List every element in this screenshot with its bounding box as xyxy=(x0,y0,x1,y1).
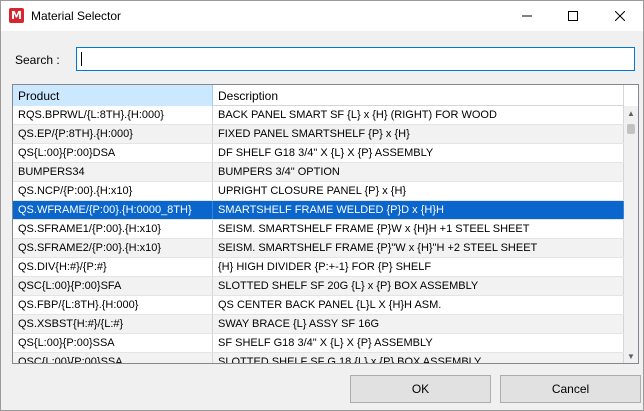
cell-description: SEISM. SMARTSHELF FRAME {P}W x {H}H +1 S… xyxy=(213,220,624,238)
cell-description: SLOTTED SHELF SF G 18 {L} x {P} BOX ASSE… xyxy=(213,353,624,363)
cell-description: QS CENTER BACK PANEL {L}L X {H}H ASM. xyxy=(213,296,624,314)
cell-product: QS.DIV{H:#}/{P:#} xyxy=(13,258,213,276)
maximize-button[interactable] xyxy=(550,1,596,31)
cell-product: QS{L:00}{P:00}DSA xyxy=(13,144,213,162)
scroll-thumb[interactable] xyxy=(627,124,635,134)
grid-header: Product Description xyxy=(13,85,624,106)
column-header-product[interactable]: Product xyxy=(13,85,213,106)
cell-product: QS.EP/{P:8TH}.{H:000} xyxy=(13,125,213,143)
cell-product: RQS.BPRWL/{L:8TH}.{H:000} xyxy=(13,106,213,124)
ok-button[interactable]: OK xyxy=(350,375,491,403)
table-row[interactable]: BUMPERS34 BUMPERS 3/4" OPTION xyxy=(13,163,624,182)
cell-product: QS.SFRAME1/{P:00}.{H:x10} xyxy=(13,220,213,238)
window-title: Material Selector xyxy=(31,9,122,23)
table-row[interactable]: QS.NCP/{P:00}.{H:x10} UPRIGHT CLOSURE PAN… xyxy=(13,182,624,201)
cell-description: BUMPERS 3/4" OPTION xyxy=(213,163,624,181)
vertical-scrollbar[interactable]: ▲ ▼ xyxy=(624,106,638,363)
title-bar[interactable]: M Material Selector xyxy=(1,1,643,31)
cell-description: SEISM. SMARTSHELF FRAME {P}"W x {H}"H +2… xyxy=(213,239,624,257)
table-row[interactable]: QS.XSBST{H:#}/{L:#} SWAY BRACE {L} ASSY S… xyxy=(13,315,624,334)
cell-description: UPRIGHT CLOSURE PANEL {P} x {H} xyxy=(213,182,624,200)
cell-description: SWAY BRACE {L} ASSY SF 16G xyxy=(213,315,624,333)
text-caret xyxy=(81,52,82,66)
cell-description: {H} HIGH DIVIDER {P:+-1} FOR {P} SHELF xyxy=(213,258,624,276)
cell-product: QS.XSBST{H:#}/{L:#} xyxy=(13,315,213,333)
table-row[interactable]: QS.WFRAME/{P:00}.{H:0000_8TH} SMARTSHELF … xyxy=(13,201,624,220)
table-row[interactable]: RQS.BPRWL/{L:8TH}.{H:000} BACK PANEL SMAR… xyxy=(13,106,624,125)
cell-description: BACK PANEL SMART SF {L} x {H} (RIGHT) FO… xyxy=(213,106,624,124)
minimize-button[interactable] xyxy=(504,1,550,31)
table-row[interactable]: QS.SFRAME2/{P:00}.{H:x10} SEISM. SMARTSHE… xyxy=(13,239,624,258)
table-row[interactable]: QSC{L:00}{P:00}SFA SLOTTED SHELF SF 20G {… xyxy=(13,277,624,296)
material-selector-window: M Material Selector Search : Product Des… xyxy=(0,0,644,411)
close-button[interactable] xyxy=(597,1,643,31)
column-header-description[interactable]: Description xyxy=(213,85,624,106)
cell-product: QS.WFRAME/{P:00}.{H:0000_8TH} xyxy=(13,201,213,219)
table-row[interactable]: QS{L:00}{P:00}SSA SF SHELF G18 3/4" X {L}… xyxy=(13,334,624,353)
table-row[interactable]: QS.DIV{H:#}/{P:#} {H} HIGH DIVIDER {P:+-1… xyxy=(13,258,624,277)
table-row[interactable]: QS.SFRAME1/{P:00}.{H:x10} SEISM. SMARTSHE… xyxy=(13,220,624,239)
app-logo-icon: M xyxy=(9,8,24,23)
close-icon xyxy=(615,11,625,21)
scroll-down-arrow-icon[interactable]: ▼ xyxy=(624,349,638,363)
cell-description: FIXED PANEL SMARTSHELF {P} x {H} xyxy=(213,125,624,143)
search-input[interactable] xyxy=(76,47,635,71)
cell-product: QS.FBP/{L:8TH}.{H:000} xyxy=(13,296,213,314)
cell-description: SMARTSHELF FRAME WELDED {P}D x {H}H xyxy=(213,201,624,219)
table-row[interactable]: QS.EP/{P:8TH}.{H:000} FIXED PANEL SMARTSH… xyxy=(13,125,624,144)
cell-product: QS{L:00}{P:00}SSA xyxy=(13,334,213,352)
table-row[interactable]: QS{L:00}{P:00}DSA DF SHELF G18 3/4" X {L}… xyxy=(13,144,624,163)
scroll-up-arrow-icon[interactable]: ▲ xyxy=(624,106,638,120)
cell-description: DF SHELF G18 3/4" X {L} X {P} ASSEMBLY xyxy=(213,144,624,162)
cell-product: QS.NCP/{P:00}.{H:x10} xyxy=(13,182,213,200)
cancel-button[interactable]: Cancel xyxy=(500,375,641,403)
minimize-icon xyxy=(522,15,532,17)
cell-description: SLOTTED SHELF SF 20G {L} x {P} BOX ASSEM… xyxy=(213,277,624,295)
table-row[interactable]: QSC{L:00}{P:00}SSA SLOTTED SHELF SF G 18 … xyxy=(13,353,624,363)
cell-description: SF SHELF G18 3/4" X {L} X {P} ASSEMBLY xyxy=(213,334,624,352)
search-label: Search : xyxy=(15,53,60,67)
cell-product: QSC{L:00}{P:00}SFA xyxy=(13,277,213,295)
grid-rows: RQS.BPRWL/{L:8TH}.{H:000} BACK PANEL SMAR… xyxy=(13,106,624,363)
product-grid[interactable]: Product Description RQS.BPRWL/{L:8TH}.{H… xyxy=(12,84,639,364)
maximize-icon xyxy=(568,11,578,21)
table-row[interactable]: QS.FBP/{L:8TH}.{H:000} QS CENTER BACK PAN… xyxy=(13,296,624,315)
cell-product: QSC{L:00}{P:00}SSA xyxy=(13,353,213,363)
cell-product: QS.SFRAME2/{P:00}.{H:x10} xyxy=(13,239,213,257)
cell-product: BUMPERS34 xyxy=(13,163,213,181)
